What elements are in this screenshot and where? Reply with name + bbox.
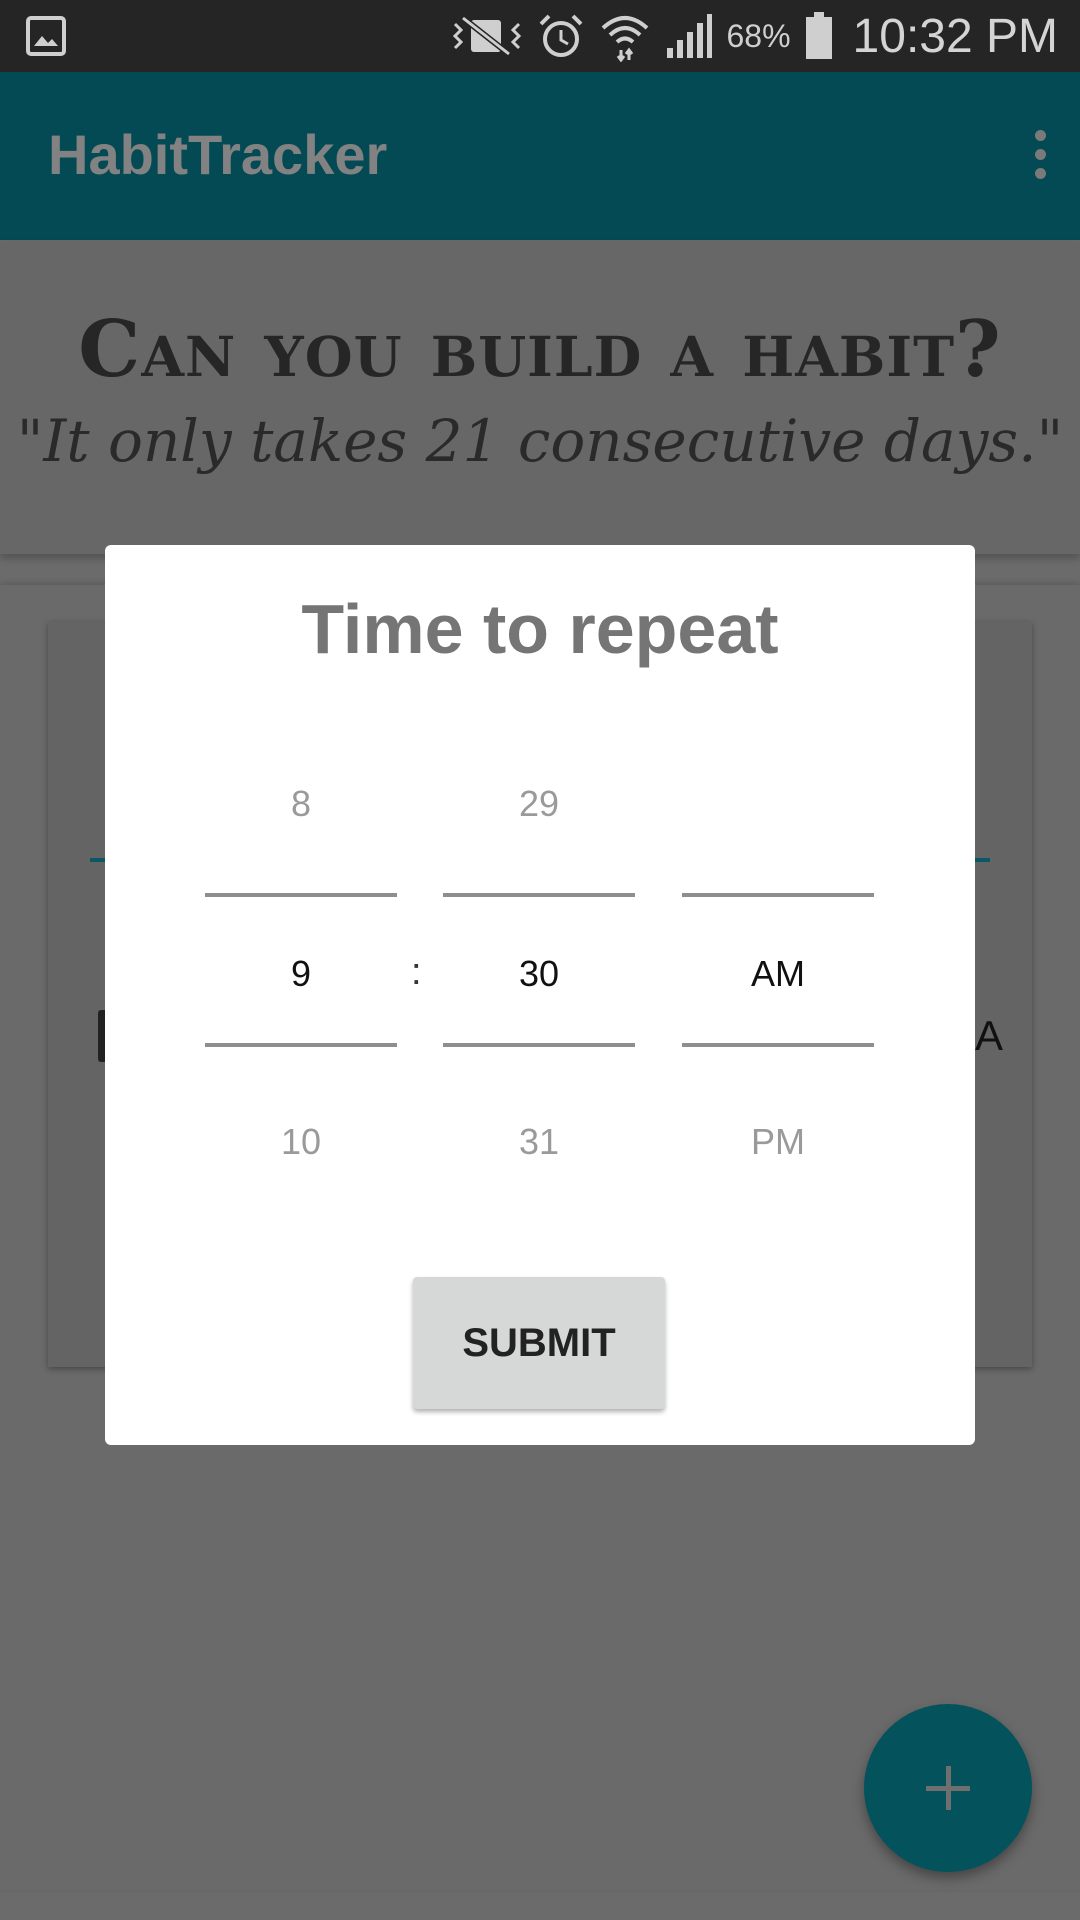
hour-divider-bottom — [205, 1043, 397, 1047]
more-vert-icon[interactable] — [1034, 130, 1046, 180]
header-card: Can you build a habit? "It only takes 21… — [0, 242, 1080, 554]
hour-picker[interactable]: 8 9 10 — [205, 545, 397, 1445]
alarm-icon — [539, 14, 582, 57]
vibrate-mute-icon — [452, 15, 521, 57]
hour-divider-top — [205, 893, 397, 897]
app-title: HabitTracker — [48, 123, 388, 186]
add-habit-button[interactable] — [864, 1704, 1032, 1872]
ampm-selected[interactable]: AM — [682, 953, 874, 995]
minute-next[interactable]: 31 — [443, 1121, 635, 1163]
signal-icon — [666, 14, 712, 58]
ampm-divider-top — [682, 893, 874, 897]
status-bar: 68% 10:32 PM — [0, 0, 1080, 72]
minute-divider-bottom — [443, 1043, 635, 1047]
time-separator: : — [411, 951, 422, 993]
minute-prev[interactable]: 29 — [443, 783, 635, 825]
hour-next[interactable]: 10 — [205, 1121, 397, 1163]
plus-icon — [926, 1766, 970, 1810]
hour-selected[interactable]: 9 — [205, 953, 397, 995]
minute-divider-top — [443, 893, 635, 897]
gallery-icon — [26, 16, 66, 56]
quote: "It only takes 21 consecutive days." — [16, 407, 1064, 475]
wifi-icon — [601, 16, 648, 62]
status-clock: 10:32 PM — [852, 9, 1058, 63]
app-bar: HabitTracker — [0, 72, 1080, 240]
battery-percent: 68% — [726, 17, 791, 54]
ampm-picker[interactable]: AM PM — [682, 545, 874, 1445]
headline: Can you build a habit? — [78, 304, 1002, 395]
minute-selected[interactable]: 30 — [443, 953, 635, 995]
battery-icon — [805, 12, 832, 59]
peek-text: A — [975, 1012, 1004, 1059]
ampm-next[interactable]: PM — [682, 1121, 874, 1163]
ampm-divider-bottom — [682, 1043, 874, 1047]
hour-prev[interactable]: 8 — [205, 783, 397, 825]
time-picker-dialog: Time to repeat 8 9 10 : 29 30 31 AM PM S… — [105, 545, 975, 1445]
submit-button[interactable]: SUBMIT — [413, 1277, 665, 1409]
